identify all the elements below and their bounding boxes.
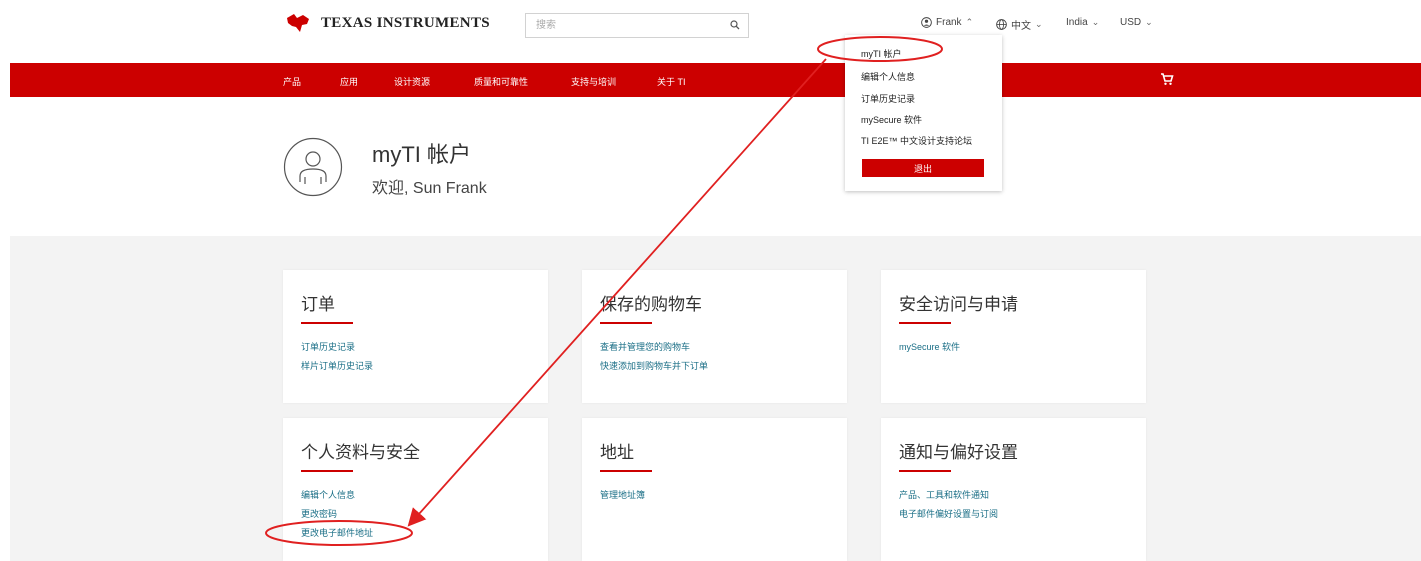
logout-button[interactable]: 退出 — [862, 159, 984, 177]
menu-item-order-history[interactable]: 订单历史记录 — [861, 92, 915, 105]
chevron-down-icon: ⌄ — [1091, 17, 1100, 27]
nav-item-support[interactable]: 支持与培训 — [571, 75, 616, 88]
currency-label: USD — [1120, 17, 1142, 28]
user-menu-toggle[interactable]: Frank ⌃ — [921, 17, 973, 28]
card-addresses: 地址 管理地址簿 — [582, 418, 847, 561]
site-header: Texas Instruments Frank ⌃ 中文 ⌄ India ⌄ U… — [0, 0, 1421, 63]
card-orders: 订单 订单历史记录 样片订单历史记录 — [283, 270, 548, 403]
region-selector[interactable]: India ⌄ — [1066, 17, 1099, 28]
user-name: Frank — [936, 17, 962, 28]
avatar-icon — [283, 137, 343, 197]
card-profile-security: 个人资料与安全 编辑个人信息 更改密码 更改电子邮件地址 — [283, 418, 548, 561]
language-selector[interactable]: 中文 ⌄ — [996, 17, 1043, 32]
user-icon — [921, 17, 932, 28]
link-email-preferences[interactable]: 电子邮件偏好设置与订阅 — [899, 507, 998, 520]
card-secure-access: 安全访问与申请 mySecure 软件 — [881, 270, 1146, 403]
nav-item-about[interactable]: 关于 TI — [657, 75, 686, 88]
card-title: 通知与偏好设置 — [899, 443, 1018, 462]
page-title: myTI 帐户 — [372, 142, 471, 167]
card-divider — [301, 470, 353, 472]
link-address-book[interactable]: 管理地址簿 — [600, 488, 645, 501]
link-quick-add[interactable]: 快速添加到购物车并下订单 — [600, 359, 708, 372]
menu-item-myti-account[interactable]: myTI 帐户 — [861, 47, 902, 60]
ti-logo-icon — [287, 14, 309, 32]
card-title: 个人资料与安全 — [301, 443, 420, 462]
chevron-up-icon: ⌃ — [965, 17, 974, 27]
card-title: 订单 — [301, 295, 335, 314]
link-view-carts[interactable]: 查看并管理您的购物车 — [600, 340, 708, 353]
menu-item-e2e-forum[interactable]: TI E2E™ 中文设计支持论坛 — [861, 134, 972, 147]
globe-icon — [996, 19, 1007, 30]
card-divider — [600, 322, 652, 324]
link-sample-order-history[interactable]: 样片订单历史记录 — [301, 359, 373, 372]
card-title: 安全访问与申请 — [899, 295, 1018, 314]
link-edit-profile[interactable]: 编辑个人信息 — [301, 488, 373, 501]
link-change-password[interactable]: 更改密码 — [301, 507, 373, 520]
brand-name: Texas Instruments — [321, 14, 490, 31]
link-mysecure[interactable]: mySecure 软件 — [899, 340, 960, 353]
language-label: 中文 — [1011, 21, 1031, 32]
account-dropdown-menu: myTI 帐户 编辑个人信息 订单历史记录 mySecure 软件 TI E2E… — [845, 35, 1002, 191]
search-box[interactable] — [525, 13, 749, 38]
nav-item-applications[interactable]: 应用 — [340, 75, 358, 88]
link-order-history[interactable]: 订单历史记录 — [301, 340, 373, 353]
menu-item-mysecure[interactable]: mySecure 软件 — [861, 113, 922, 126]
region-label: India — [1066, 17, 1088, 28]
card-title: 地址 — [600, 443, 634, 462]
menu-item-edit-profile[interactable]: 编辑个人信息 — [861, 70, 915, 83]
card-divider — [301, 322, 353, 324]
card-divider — [899, 322, 951, 324]
welcome-message: 欢迎, Sun Frank — [372, 180, 487, 197]
link-change-email[interactable]: 更改电子邮件地址 — [301, 526, 373, 539]
chevron-down-icon: ⌄ — [1035, 19, 1043, 29]
card-divider — [600, 470, 652, 472]
search-icon[interactable] — [730, 20, 740, 30]
nav-item-quality[interactable]: 质量和可靠性 — [474, 75, 528, 88]
nav-item-design-resources[interactable]: 设计资源 — [394, 75, 430, 88]
main-nav: 产品 应用 设计资源 质量和可靠性 支持与培训 关于 TI — [10, 63, 1421, 97]
search-input[interactable] — [526, 14, 726, 37]
card-saved-carts: 保存的购物车 查看并管理您的购物车 快速添加到购物车并下订单 — [582, 270, 847, 403]
currency-selector[interactable]: USD ⌄ — [1120, 17, 1153, 28]
nav-item-products[interactable]: 产品 — [283, 75, 301, 88]
ti-logo[interactable]: Texas Instruments — [283, 12, 490, 34]
card-title: 保存的购物车 — [600, 295, 702, 314]
chevron-down-icon: ⌄ — [1145, 17, 1153, 27]
card-divider — [899, 470, 951, 472]
link-product-notifications[interactable]: 产品、工具和软件通知 — [899, 488, 998, 501]
cart-icon[interactable] — [1160, 72, 1174, 86]
card-notifications: 通知与偏好设置 产品、工具和软件通知 电子邮件偏好设置与订阅 — [881, 418, 1146, 561]
